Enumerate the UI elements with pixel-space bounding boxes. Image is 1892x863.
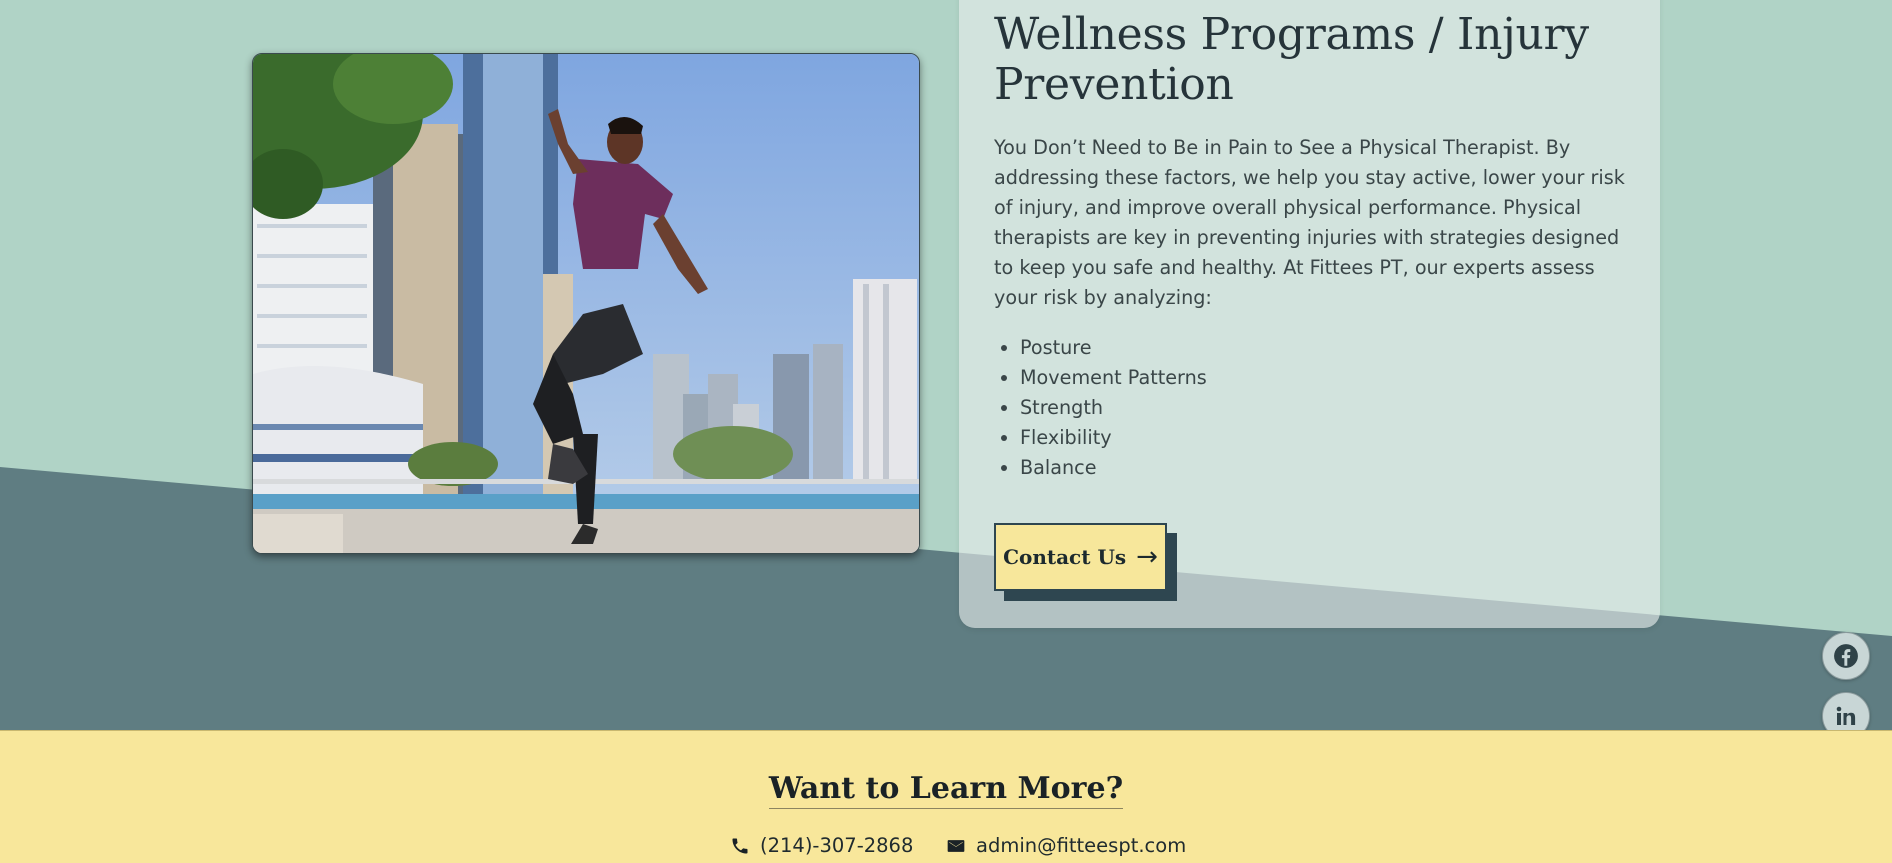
list-item: Movement Patterns xyxy=(1020,363,1207,393)
arrow-right-icon: → xyxy=(1136,542,1158,572)
facebook-button[interactable] xyxy=(1822,632,1870,680)
runner-photo xyxy=(252,53,920,554)
list-item: Balance xyxy=(1020,453,1207,483)
phone-link[interactable]: (214)-307-2868 xyxy=(730,834,913,857)
mail-icon xyxy=(947,839,965,852)
program-description: You Don’t Need to Be in Pain to See a Ph… xyxy=(994,136,1625,309)
facebook-icon xyxy=(1834,644,1858,668)
program-title: Wellness Programs / Injury Prevention xyxy=(994,9,1589,110)
risk-factor-list: Posture Movement Patterns Strength Flexi… xyxy=(994,333,1207,483)
footer-title: Want to Learn More? xyxy=(0,771,1892,809)
email-link[interactable]: admin@fitteespt.com xyxy=(946,834,1186,857)
email-address: admin@fitteespt.com xyxy=(976,834,1187,857)
phone-number: (214)-307-2868 xyxy=(760,834,914,857)
list-item: Strength xyxy=(1020,393,1207,423)
list-item: Posture xyxy=(1020,333,1207,363)
linkedin-icon xyxy=(1836,706,1856,725)
contact-us-label: Contact Us xyxy=(1003,545,1127,569)
contact-us-button[interactable]: Contact Us → xyxy=(994,523,1167,591)
footer: Want to Learn More? (214)-307-2868 admin… xyxy=(0,730,1892,863)
list-item: Flexibility xyxy=(1020,423,1207,453)
phone-icon xyxy=(732,838,748,853)
